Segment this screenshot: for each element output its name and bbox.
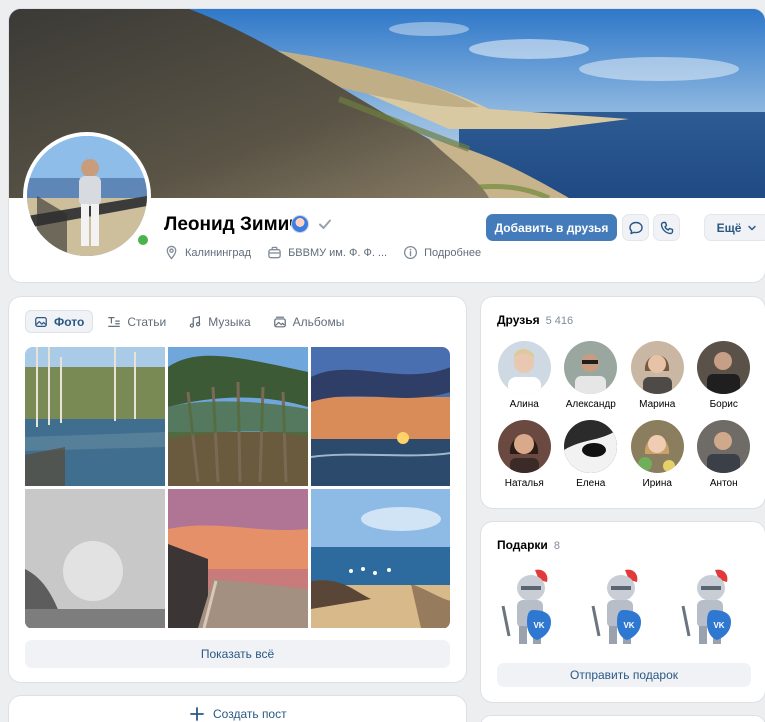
details-link[interactable]: Подробнее [403, 245, 481, 260]
create-post-label: Создать пост [213, 707, 287, 721]
profile-name: Леонид Зимич [164, 214, 301, 235]
chevron-down-icon [748, 225, 757, 230]
briefcase-icon [268, 246, 281, 259]
education-label: БВВМУ им. Ф. Ф. ... [288, 246, 388, 259]
more-button[interactable]: Ещё [704, 214, 765, 241]
friends-card: Друзья 5 416 Алина Александр Марина Бори… [481, 297, 765, 508]
friend-avatar [697, 341, 751, 394]
photo-grid [25, 347, 450, 629]
gifts-header[interactable]: Подарки 8 [497, 538, 560, 552]
show-all-photos-button[interactable]: Показать всё [25, 640, 450, 668]
friend-name: Алина [509, 399, 539, 410]
friend-name: Марина [639, 399, 676, 410]
tab-label: Музыка [208, 314, 251, 329]
vk-badge-text: VK [713, 621, 724, 630]
tab-photos[interactable]: Фото [25, 310, 94, 333]
call-button[interactable] [653, 214, 680, 241]
friend-avatar [630, 420, 684, 473]
tab-articles[interactable]: Статьи [99, 310, 174, 333]
vk-badge-text: VK [623, 621, 634, 630]
friend-name: Антон [709, 478, 738, 489]
friend-item[interactable]: Елена [558, 420, 625, 489]
friends-count: 5 416 [545, 315, 574, 327]
details-label: Подробнее [424, 246, 482, 259]
avatar-photo [27, 136, 147, 256]
friend-item[interactable]: Александр [558, 341, 625, 410]
friend-item[interactable]: Алина [491, 341, 558, 410]
gift-knight-sticker[interactable]: VK [587, 566, 649, 652]
friend-item[interactable]: Наталья [491, 420, 558, 489]
check-icon [319, 219, 331, 229]
gifts-card: Подарки 8 VK VK VK Отправить подарок [481, 522, 765, 702]
photo-thumbnail[interactable] [311, 489, 450, 628]
friend-avatar [697, 420, 751, 473]
gifts-count: 8 [553, 540, 560, 552]
gifts-title: Подарки [497, 538, 548, 552]
send-gift-button[interactable]: Отправить подарок [497, 663, 751, 687]
more-label: Ещё [716, 220, 742, 235]
profile-avatar[interactable] [23, 132, 151, 260]
tab-label: Фото [54, 314, 85, 329]
education-item[interactable]: БВВМУ им. Ф. Ф. ... [267, 245, 387, 260]
photo-thumbnail[interactable] [168, 489, 308, 628]
photo-thumbnail[interactable] [25, 347, 165, 486]
message-button[interactable] [622, 214, 649, 241]
photo-thumbnail[interactable] [25, 489, 165, 628]
friend-avatar [497, 420, 551, 473]
friends-title: Друзья [497, 313, 540, 327]
tab-albums[interactable]: Альбомы [265, 310, 353, 333]
media-card: Фото Статьи Музыка Альбомы Показать всё [9, 297, 466, 682]
media-tabs: Фото Статьи Музыка Альбомы [25, 310, 352, 333]
friend-item[interactable]: Ирина [624, 420, 691, 489]
status-emoji-icon[interactable] [291, 215, 309, 233]
message-icon [628, 221, 643, 234]
friend-avatar [497, 341, 551, 394]
friend-avatar [630, 341, 684, 394]
friend-name: Борис [709, 399, 738, 410]
profile-page: Леонид Зимич Калининград БВВМУ им. Ф. Ф.… [0, 0, 765, 722]
profile-meta: Калининград БВВМУ им. Ф. Ф. ... Подробне… [164, 245, 491, 260]
city-label: Калининград [185, 246, 252, 259]
city-item[interactable]: Калининград [164, 245, 251, 260]
location-pin-icon [166, 245, 177, 260]
info-icon [404, 245, 418, 260]
friend-avatar [564, 420, 618, 473]
next-card [481, 716, 765, 722]
photo-thumbnail[interactable] [311, 347, 450, 486]
tab-label: Статьи [127, 314, 167, 329]
friend-name: Наталья [504, 478, 544, 489]
friends-header[interactable]: Друзья 5 416 [497, 313, 573, 327]
friend-item[interactable]: Антон [691, 420, 758, 489]
add-friend-button[interactable]: Добавить в друзья [486, 214, 617, 241]
tab-label: Альбомы [292, 314, 345, 329]
albums-icon [273, 316, 286, 327]
friend-item[interactable]: Марина [624, 341, 691, 410]
photo-icon [35, 316, 47, 327]
gift-knight-sticker[interactable]: VK [677, 566, 739, 652]
phone-icon [660, 221, 673, 234]
photo-thumbnail[interactable] [168, 347, 308, 486]
online-status-indicator [135, 232, 151, 248]
friend-name: Александр [565, 399, 616, 410]
friend-name: Елена [576, 478, 606, 489]
music-icon [189, 315, 201, 328]
gifts-row: VK VK VK [497, 566, 739, 652]
create-post-card: Создать пост [9, 696, 466, 722]
plus-icon [190, 707, 204, 721]
friend-avatar [564, 341, 618, 394]
vk-badge-text: VK [533, 621, 544, 630]
gift-knight-sticker[interactable]: VK [497, 566, 559, 652]
create-post-button[interactable]: Создать пост [189, 706, 287, 722]
tab-music[interactable]: Музыка [180, 310, 258, 333]
friend-name: Ирина [642, 478, 672, 489]
articles-icon [108, 316, 121, 327]
profile-header-card: Леонид Зимич Калининград БВВМУ им. Ф. Ф.… [9, 9, 765, 282]
friends-grid: Алина Александр Марина Борис Наталья Еле… [491, 341, 757, 489]
friend-item[interactable]: Борис [691, 341, 758, 410]
